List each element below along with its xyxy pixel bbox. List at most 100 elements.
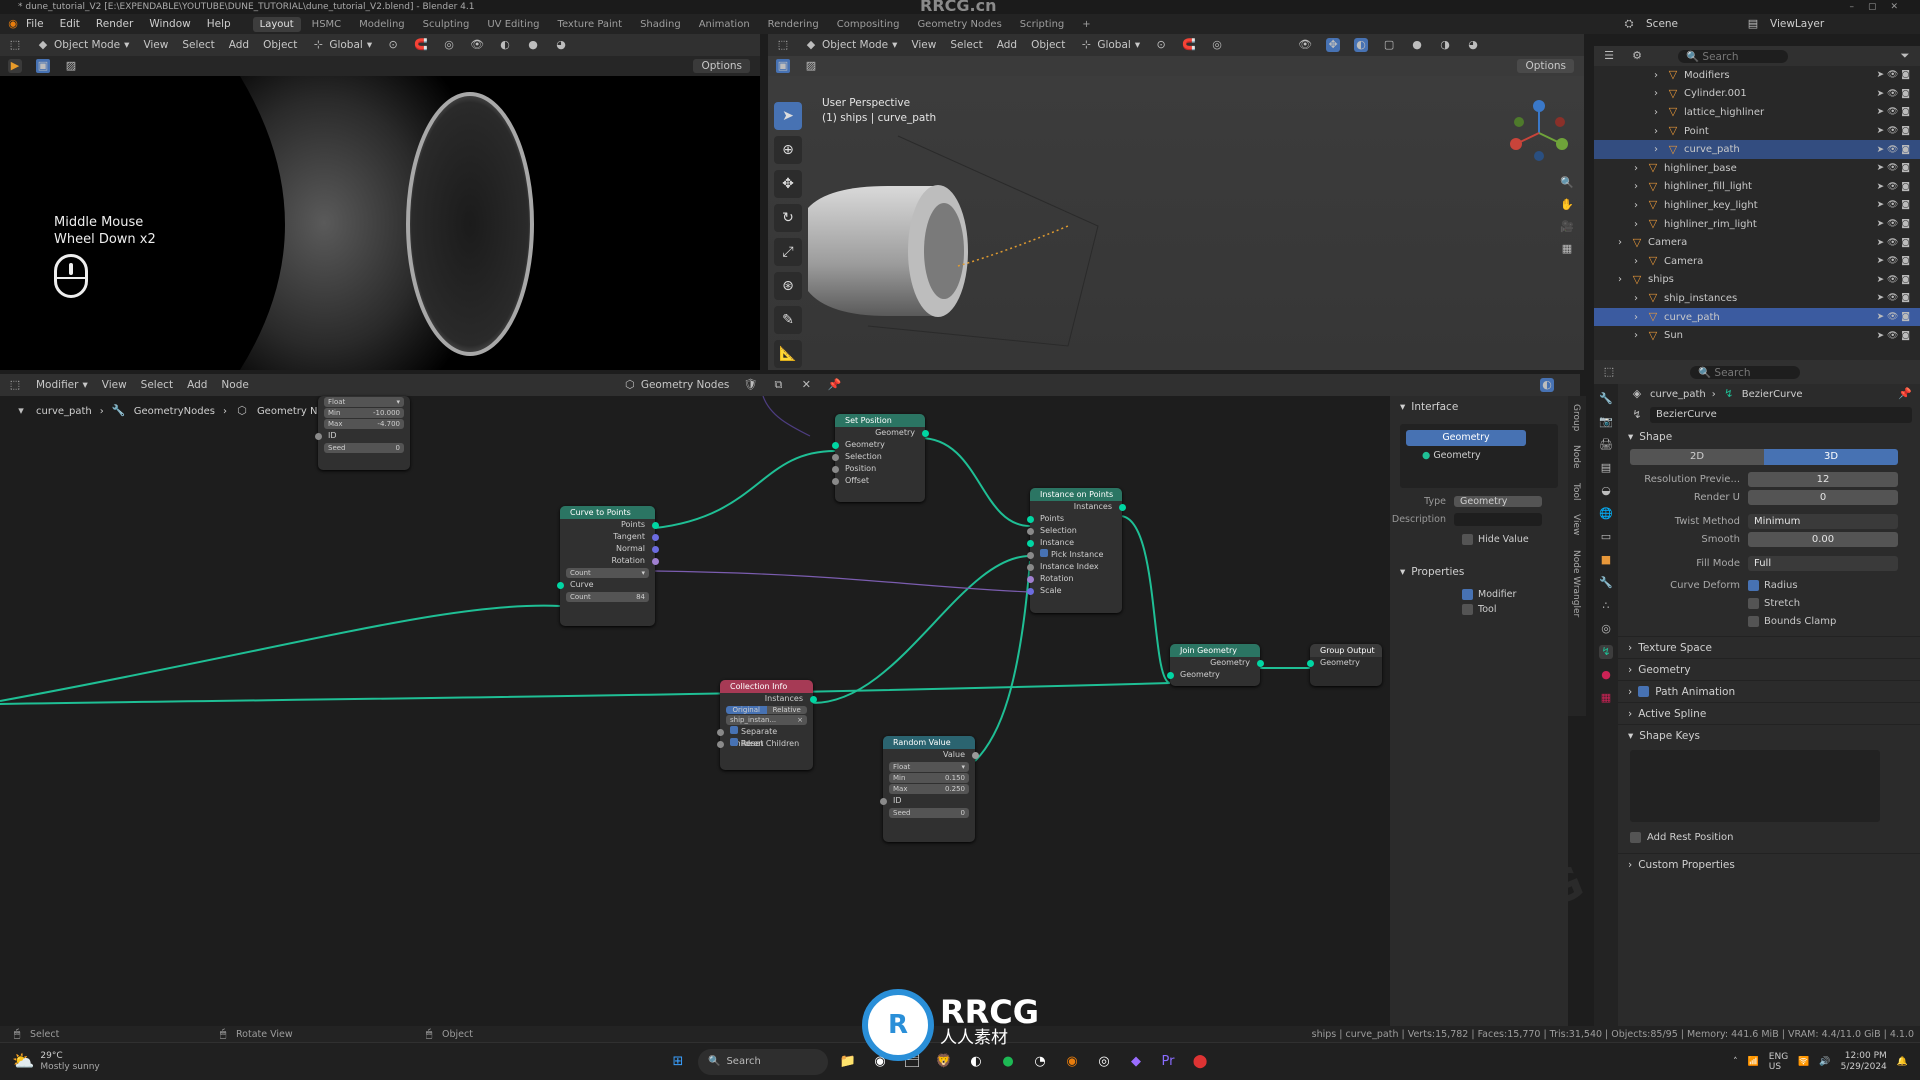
tab-animation[interactable]: Animation [692, 17, 757, 32]
field-max[interactable]: Max 0.250 [889, 784, 969, 794]
tab-uv-editing[interactable]: UV Editing [480, 17, 546, 32]
shape-keys-list[interactable] [1630, 750, 1880, 822]
windows-start-icon[interactable]: ⊞ [666, 1050, 690, 1074]
outliner-row[interactable]: › ▽ Camera ➤ 👁 ◙ [1594, 233, 1920, 252]
tab-group[interactable]: Group [1571, 404, 1581, 431]
overlays-icon[interactable]: ◐ [498, 38, 512, 52]
duplicate-icon[interactable]: ⧉ [771, 378, 785, 392]
node-collection-info[interactable]: Collection Info Instances Original Relat… [716, 680, 817, 770]
visibility-toggles[interactable]: ➤ 👁 ◙ [1877, 331, 1910, 341]
shape-panel-header[interactable]: ▾ Shape [1618, 426, 1920, 448]
modifier-tab-icon[interactable]: 🔧 [1599, 576, 1613, 590]
field-min[interactable]: Min 0.150 [889, 773, 969, 783]
overlay-icon[interactable]: ◐ [1540, 378, 1554, 392]
properties-search[interactable]: 🔍 Search [1690, 365, 1800, 379]
scale-tool-icon[interactable]: ⤢ [774, 238, 802, 266]
select-mode-icon[interactable]: ▨ [64, 59, 78, 73]
menu-object[interactable]: Object [1031, 39, 1065, 51]
outliner-row[interactable]: › ▽ Sun ➤ 👁 ◙ [1594, 326, 1920, 345]
render-u-field[interactable]: 0 [1748, 489, 1898, 505]
outliner-row[interactable]: › ▽ lattice_highliner ➤ 👁 ◙ [1594, 103, 1920, 122]
visibility-toggles[interactable]: ➤ 👁 ◙ [1877, 312, 1910, 322]
texture-space-panel[interactable]: › Texture Space [1618, 636, 1920, 658]
file-explorer-icon[interactable]: 📁 [836, 1050, 860, 1074]
curve-data-icon[interactable]: ↯ [1630, 408, 1644, 422]
rotate-tool-icon[interactable]: ↻ [774, 204, 802, 232]
menu-add[interactable]: Add [229, 39, 249, 51]
field-count[interactable]: Count 84 [566, 592, 649, 602]
mode-selector[interactable]: ◆ Object Mode ▾ [804, 38, 898, 52]
breadcrumb-object[interactable]: curve_path [1650, 389, 1706, 400]
properties-panel-header[interactable]: ▾ Properties [1390, 561, 1568, 583]
overlays-icon[interactable]: ◐ [1354, 38, 1369, 52]
proportional-icon[interactable]: ◎ [1210, 38, 1224, 52]
scene-selector[interactable]: Scene [1646, 18, 1736, 30]
tab-node[interactable]: Node [1571, 445, 1581, 469]
datablock-name-input[interactable]: BezierCurve [1650, 407, 1912, 423]
type-dropdown[interactable]: Geometry [1454, 496, 1542, 507]
outliner-row[interactable]: › ▽ curve_path ➤ 👁 ◙ [1594, 140, 1920, 159]
stretch-checkbox[interactable]: Stretch [1748, 597, 1800, 609]
expand-icon[interactable]: › [1618, 237, 1630, 248]
wifi-icon[interactable]: 🛜 [1798, 1057, 1809, 1067]
move-tool-icon[interactable]: ✥ [774, 170, 802, 198]
tab-layout[interactable]: Layout [252, 16, 301, 32]
outliner-row[interactable]: › ▽ curve_path ➤ 👁 ◙ [1594, 307, 1920, 327]
premiere-icon[interactable]: Pr [1156, 1050, 1180, 1074]
material-tab-icon[interactable]: ● [1599, 668, 1613, 682]
expand-icon[interactable]: › [1654, 88, 1666, 99]
tab-node-wrangler[interactable]: Node Wrangler [1571, 550, 1581, 617]
expand-icon[interactable]: › [1634, 256, 1646, 267]
expand-icon[interactable]: › [1634, 181, 1646, 192]
node-group-output[interactable]: Group Output Geometry [1306, 644, 1382, 686]
expand-icon[interactable]: › [1654, 126, 1666, 137]
texture-tab-icon[interactable]: ▦ [1599, 691, 1613, 705]
expand-icon[interactable]: › [1654, 144, 1666, 155]
node-tree-selector[interactable]: ⬡ Geometry Nodes [623, 378, 729, 392]
outliner-row[interactable]: › ▽ Point ➤ 👁 ◙ [1594, 122, 1920, 141]
menu-window[interactable]: Window [149, 18, 190, 30]
visibility-toggles[interactable]: ➤ 👁 ◙ [1877, 89, 1910, 99]
unlink-icon[interactable]: ✕ [799, 378, 813, 392]
expand-icon[interactable]: › [1634, 330, 1646, 341]
outliner-row[interactable]: › ▽ highliner_rim_light ➤ 👁 ◙ [1594, 215, 1920, 234]
fake-user-icon[interactable]: 🛡 [743, 378, 757, 392]
gizmo-icon[interactable]: ✥ [1326, 38, 1341, 52]
smooth-field[interactable]: 0.00 [1748, 531, 1898, 547]
editor-type-icon[interactable]: ⬚ [1602, 365, 1616, 379]
fill-mode-dropdown[interactable]: Full [1748, 555, 1898, 571]
field-max[interactable]: Max -4.700 [324, 419, 404, 429]
menu-node[interactable]: Node [221, 379, 248, 391]
transform-toggle[interactable]: Original Relative [726, 706, 807, 714]
visibility-toggles[interactable]: ➤ 👁 ◙ [1877, 238, 1910, 248]
visibility-toggles[interactable]: ➤ 👁 ◙ [1877, 200, 1910, 210]
outliner-row[interactable]: › ▽ Modifiers ➤ 👁 ◙ [1594, 66, 1920, 85]
outliner-row[interactable]: › ▽ highliner_fill_light ➤ 👁 ◙ [1594, 178, 1920, 197]
world-tab-icon[interactable]: 🌐 [1599, 507, 1613, 521]
tab-texture-paint[interactable]: Texture Paint [551, 17, 630, 32]
filter-icon[interactable]: ⏷ [1898, 49, 1912, 63]
navigation-gizmo[interactable] [1504, 98, 1574, 168]
shading-render-icon[interactable]: ◕ [554, 38, 568, 52]
visibility-toggles[interactable]: ➤ 👁 ◙ [1877, 126, 1910, 136]
editor-type-icon[interactable]: ⬚ [8, 38, 22, 52]
twist-method-dropdown[interactable]: Minimum [1748, 513, 1898, 529]
menu-view[interactable]: View [143, 39, 168, 51]
visibility-icon[interactable]: 👁 [1298, 38, 1312, 52]
perspective-icon[interactable]: ▦ [1560, 242, 1574, 256]
button-2d[interactable]: 2D [1630, 449, 1764, 465]
tool-checkbox[interactable]: Tool [1462, 604, 1568, 615]
visibility-toggles[interactable]: ➤ 👁 ◙ [1877, 182, 1910, 192]
visual-studio-icon[interactable]: ◆ [1124, 1050, 1148, 1074]
play-icon[interactable]: ▶ [8, 59, 22, 73]
path-animation-panel[interactable]: › Path Animation [1618, 680, 1920, 702]
visibility-toggles[interactable]: ➤ 👁 ◙ [1877, 145, 1910, 155]
bounds-clamp-checkbox[interactable]: Bounds Clamp [1748, 615, 1836, 627]
node-set-position[interactable]: Set Position Geometry Geometry Selection… [831, 414, 929, 502]
tab-view[interactable]: View [1571, 514, 1581, 535]
menu-select[interactable]: Select [950, 39, 982, 51]
orientation-selector[interactable]: ⊹ Global ▾ [311, 38, 372, 52]
radius-checkbox[interactable]: Radius [1748, 579, 1798, 591]
menu-add[interactable]: Add [997, 39, 1017, 51]
tab-geometry-nodes[interactable]: Geometry Nodes [910, 17, 1008, 32]
